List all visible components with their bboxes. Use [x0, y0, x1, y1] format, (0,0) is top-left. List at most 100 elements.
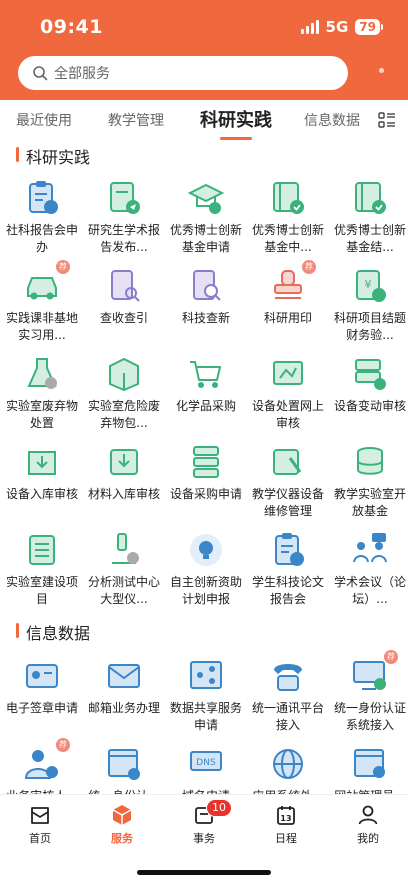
research-item[interactable]: 实验室废弃物处置 — [1, 354, 83, 432]
person-icon — [358, 805, 378, 825]
recommend-badge: 荐 — [56, 260, 70, 274]
web-admin-icon — [350, 744, 390, 784]
research-item[interactable]: 实验室危险废弃物包... — [83, 354, 165, 432]
svg-text:13: 13 — [280, 814, 291, 823]
nav-home[interactable]: 首页 — [10, 803, 70, 846]
nav-service[interactable]: 服务 — [92, 803, 152, 846]
book-check-icon — [268, 178, 308, 218]
research-item[interactable]: 自主创新资助计划申报 — [165, 530, 247, 608]
research-item-label: 设备变动审核 — [333, 399, 406, 413]
signal-icon — [300, 20, 319, 34]
research-item-label: 分析测试中心大型仪... — [87, 575, 160, 606]
battery-icon: 79 — [355, 19, 383, 35]
research-item[interactable]: 设备处置网上审核 — [247, 354, 329, 432]
home-icon — [31, 807, 49, 824]
nav-mine[interactable]: 我的 — [338, 803, 398, 846]
tab-teaching[interactable]: 教学管理 — [108, 110, 164, 130]
lightbulb-icon — [186, 530, 226, 570]
download-tray-icon — [104, 442, 144, 482]
clipboard-icon — [22, 178, 62, 218]
research-item[interactable]: 教学实验室开放基金 — [329, 442, 408, 520]
cart-icon — [186, 354, 226, 394]
wrench-icon — [268, 442, 308, 482]
server-icon — [186, 442, 226, 482]
research-item-label: 实验室危险废弃物包... — [87, 399, 160, 430]
research-item[interactable]: 实验室建设项目 — [1, 530, 83, 608]
info-item[interactable]: 邮箱业务办理 — [83, 656, 165, 734]
recommend-badge: 荐 — [56, 738, 70, 752]
search-icon — [33, 66, 48, 81]
home-indicator — [137, 870, 271, 875]
research-item[interactable]: 优秀博士创新基金结... — [329, 178, 408, 256]
research-item-label: 研究生学术报告发布... — [87, 223, 160, 254]
nav-home-label: 首页 — [29, 832, 51, 845]
status-bar: 09:41 5G 79 — [0, 14, 408, 42]
phone-icon — [268, 656, 308, 696]
research-item[interactable]: 荐实践课非基地实习用... — [1, 260, 83, 344]
nav-affairs-label: 事务 — [193, 832, 215, 845]
info-item[interactable]: 数据共享服务申请 — [165, 656, 247, 734]
research-item[interactable]: 学生科技论文报告会 — [247, 530, 329, 608]
research-item[interactable]: 荐科研用印 — [247, 260, 329, 344]
research-item-label: 自主创新资助计划申报 — [169, 575, 242, 606]
research-item[interactable]: 设备入库审核 — [1, 442, 83, 520]
window-add-icon — [104, 744, 144, 784]
research-item[interactable]: 设备变动审核 — [329, 354, 408, 432]
user-shield-icon: 荐 — [22, 738, 70, 784]
info-item-label: 邮箱业务办理 — [87, 701, 160, 715]
research-item[interactable]: 材料入库审核 — [83, 442, 165, 520]
info-item-label: 数据共享服务申请 — [169, 701, 242, 732]
list-grid-icon[interactable] — [378, 111, 396, 129]
header-bar: 09:41 5G 79 全部服务 — [0, 0, 408, 100]
research-item[interactable]: 优秀博士创新基金中... — [247, 178, 329, 256]
research-item-label: 实验室建设项目 — [5, 575, 78, 606]
search-input[interactable]: 全部服务 — [18, 56, 348, 90]
research-item[interactable]: 优秀博士创新基金申请 — [165, 178, 247, 256]
tab-recent[interactable]: 最近使用 — [16, 110, 72, 130]
research-item[interactable]: 研究生学术报告发布... — [83, 178, 165, 256]
research-item-label: 设备处置网上审核 — [251, 399, 324, 430]
search-placeholder: 全部服务 — [54, 66, 110, 82]
ledger-check-icon: ¥ — [350, 266, 390, 306]
nav-mine-label: 我的 — [357, 832, 379, 845]
layers-icon — [22, 530, 62, 570]
status-time: 09:41 — [40, 16, 103, 38]
affairs-badge: 10 — [206, 799, 232, 817]
research-item-label: 查收查引 — [99, 311, 148, 325]
recommend-badge: 荐 — [302, 260, 316, 274]
meeting-icon — [350, 530, 390, 570]
share-icon — [186, 656, 226, 696]
research-item-label: 社科报告会申办 — [5, 223, 78, 254]
research-item[interactable]: 社科报告会申办 — [1, 178, 83, 256]
stamp-icon: 荐 — [268, 260, 316, 306]
info-item[interactable]: 电子签章申请 — [1, 656, 83, 734]
research-item[interactable]: 教学仪器设备维修管理 — [247, 442, 329, 520]
research-item[interactable]: ¥ 科研项目结题财务验... — [329, 266, 408, 344]
header-dot — [379, 68, 384, 73]
research-item[interactable]: 化学品采购 — [165, 354, 247, 432]
research-item-label: 教学实验室开放基金 — [333, 487, 406, 518]
research-item-label: 学生科技论文报告会 — [251, 575, 324, 606]
section-title-info: 信息数据 — [16, 620, 90, 644]
tab-research[interactable]: 科研实践 — [200, 106, 272, 140]
research-item[interactable]: 学术会议（论坛）... — [329, 530, 408, 608]
cube-icon — [112, 805, 132, 825]
research-item[interactable]: 科技查新 — [165, 266, 247, 344]
research-item-label: 材料入库审核 — [87, 487, 160, 501]
info-item-label: 电子签章申请 — [5, 701, 78, 715]
research-item-label: 教学仪器设备维修管理 — [251, 487, 324, 518]
info-item[interactable]: 荐统一身份认证系统接入 — [329, 650, 408, 734]
research-item-label: 优秀博士创新基金结... — [333, 223, 406, 254]
equipment-icon — [268, 354, 308, 394]
nav-schedule[interactable]: 13 日程 — [256, 803, 316, 846]
research-item-label: 优秀博士创新基金中... — [251, 223, 324, 254]
research-item[interactable]: 分析测试中心大型仪... — [83, 530, 165, 608]
research-item[interactable]: 设备采购申请 — [165, 442, 247, 520]
id-card-icon — [22, 656, 62, 696]
nav-affairs[interactable]: 10 事务 — [174, 799, 234, 846]
tab-info[interactable]: 信息数据 — [304, 110, 360, 130]
research-item[interactable]: 查收查引 — [83, 266, 165, 344]
info-item[interactable]: 统一通讯平台接入 — [247, 656, 329, 734]
inbox-icon — [22, 442, 62, 482]
mail-icon — [104, 656, 144, 696]
